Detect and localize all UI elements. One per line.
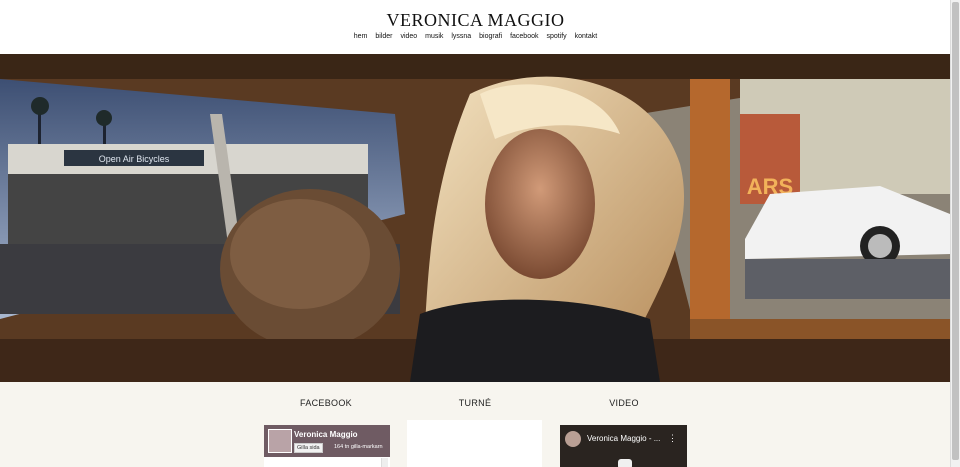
nav-item-kontakt[interactable]: kontakt bbox=[575, 33, 598, 40]
nav-item-bilder[interactable]: bilder bbox=[375, 33, 392, 40]
tour-widget bbox=[407, 420, 542, 467]
facebook-heading: FACEBOOK bbox=[300, 398, 352, 408]
tour-heading: TURNÉ bbox=[458, 398, 492, 408]
site-header: VERONICA MAGGIO hem bilder video musik l… bbox=[0, 0, 951, 54]
scrollbar-thumb[interactable] bbox=[952, 2, 959, 460]
more-menu-icon[interactable]: ⋮ bbox=[668, 433, 677, 444]
nav-item-spotify[interactable]: spotify bbox=[546, 33, 566, 40]
facebook-like-count: 164 tn gilla-markarn bbox=[334, 444, 383, 450]
video-widget[interactable]: Veronica Maggio - ... ⋮ bbox=[560, 425, 687, 467]
channel-avatar[interactable] bbox=[565, 431, 581, 447]
page-scrollbar[interactable] bbox=[950, 0, 960, 467]
hero-photo-illustration: Open Air Bicycles ARS bbox=[0, 54, 951, 382]
video-title[interactable]: Veronica Maggio - ... bbox=[587, 434, 660, 443]
facebook-widget[interactable]: Veronica Maggio Gilla sida 164 tn gilla-… bbox=[264, 425, 390, 467]
nav-item-musik[interactable]: musik bbox=[425, 33, 443, 40]
nav-item-lyssna[interactable]: lyssna bbox=[451, 33, 471, 40]
nav-item-hem[interactable]: hem bbox=[354, 33, 368, 40]
hero-image: Open Air Bicycles ARS bbox=[0, 54, 951, 382]
play-button[interactable] bbox=[618, 459, 632, 467]
nav-item-video[interactable]: video bbox=[400, 33, 417, 40]
shop-sign-text: Open Air Bicycles bbox=[99, 154, 170, 164]
facebook-scrollbar[interactable] bbox=[381, 458, 388, 467]
facebook-cover: Veronica Maggio Gilla sida 164 tn gilla-… bbox=[264, 425, 390, 457]
facebook-like-button[interactable]: Gilla sida bbox=[294, 443, 323, 453]
nav-item-facebook[interactable]: facebook bbox=[510, 33, 538, 40]
facebook-avatar[interactable] bbox=[268, 429, 292, 453]
site-logo[interactable]: VERONICA MAGGIO bbox=[0, 10, 951, 31]
main-nav: hem bilder video musik lyssna biografi f… bbox=[0, 33, 951, 40]
nav-item-biografi[interactable]: biografi bbox=[479, 33, 502, 40]
facebook-page-name[interactable]: Veronica Maggio bbox=[294, 430, 358, 439]
video-heading: VIDEO bbox=[609, 398, 639, 408]
